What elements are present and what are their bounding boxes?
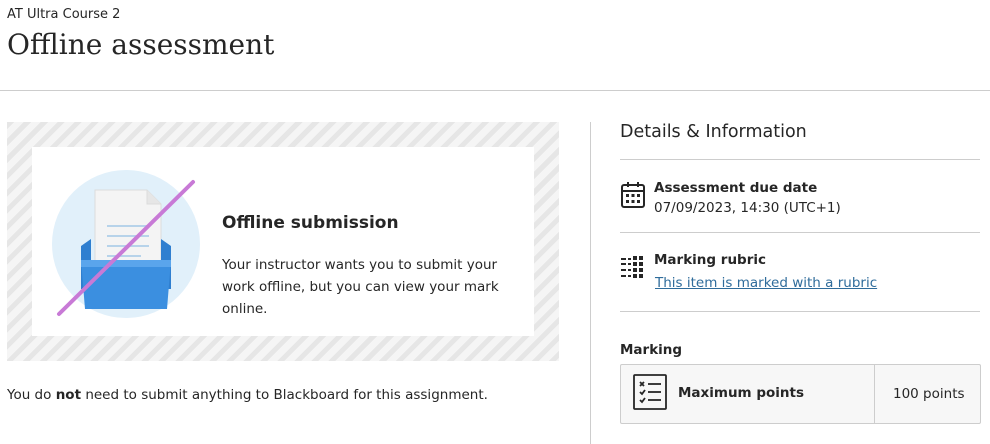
due-date-value: 07/09/2023, 14:30 (UTC+1) — [654, 200, 841, 216]
offline-tray-illustration — [51, 164, 201, 319]
rubric-divider — [620, 311, 980, 312]
submission-note-before: You do — [7, 387, 56, 403]
header-divider — [0, 90, 990, 91]
rubric-label: Marking rubric — [654, 252, 767, 268]
offline-submission-text: Your instructor wants you to submit your… — [222, 257, 499, 317]
calendar-icon — [620, 181, 646, 209]
page-title: Offline assessment — [7, 28, 275, 61]
assessment-page: AT Ultra Course 2 Offline assessment Off… — [0, 0, 990, 444]
offline-submission-panel: Offline submission Your instructor wants… — [7, 122, 559, 361]
offline-submission-card: Offline submission Your instructor wants… — [32, 147, 534, 336]
rubric-link[interactable]: This item is marked with a rubric — [655, 275, 877, 291]
offline-submission-title: Offline submission — [222, 213, 399, 233]
max-points-box: Maximum points 100 points — [620, 364, 981, 424]
submission-note-emphasis: not — [55, 387, 82, 403]
due-date-divider — [620, 232, 980, 233]
details-divider — [620, 159, 980, 160]
course-name[interactable]: AT Ultra Course 2 — [7, 7, 120, 22]
max-points-label: Maximum points — [678, 385, 804, 401]
panel-divider — [590, 122, 591, 444]
details-heading: Details & Information — [620, 122, 807, 142]
submission-note-after: need to submit anything to Blackboard fo… — [81, 387, 488, 403]
checklist-icon — [631, 372, 669, 412]
points-separator — [874, 365, 875, 423]
rubric-grid-icon — [620, 254, 646, 282]
marking-label: Marking — [620, 342, 683, 358]
submission-note: You do not need to submit anything to Bl… — [7, 387, 488, 403]
max-points-value: 100 points — [893, 386, 965, 402]
due-date-label: Assessment due date — [654, 180, 818, 196]
